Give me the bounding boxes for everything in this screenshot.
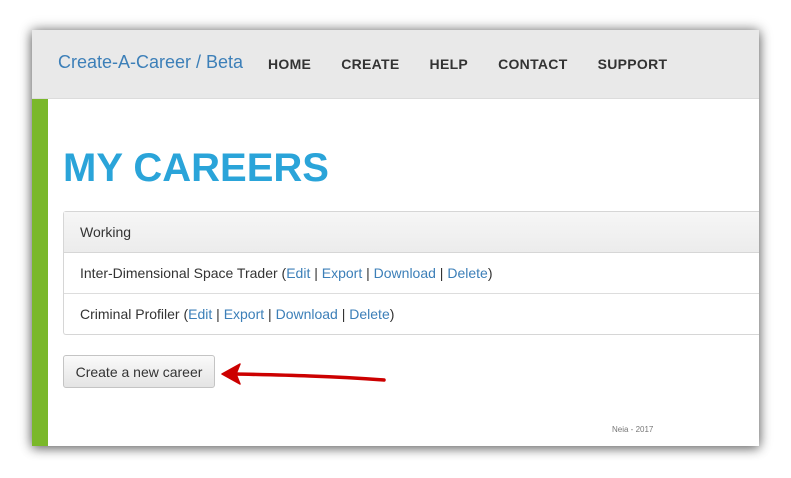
page-title: MY CAREERS [63, 146, 329, 190]
export-link[interactable]: Export [322, 265, 362, 281]
career-name: Inter-Dimensional Space Trader [80, 265, 278, 281]
footer-credit: Neia - 2017 [612, 425, 654, 434]
separator: | [264, 306, 276, 322]
download-link[interactable]: Download [374, 265, 436, 281]
nav-links: HOME CREATE HELP CONTACT SUPPORT [268, 56, 697, 72]
panel-header: Working [64, 212, 759, 253]
browser-page: Create-A-Career / Beta HOME CREATE HELP … [32, 30, 759, 446]
nav-support[interactable]: SUPPORT [598, 56, 668, 72]
accent-bar [32, 99, 48, 446]
edit-link[interactable]: Edit [286, 265, 310, 281]
career-row: Inter-Dimensional Space Trader (Edit | E… [64, 253, 759, 293]
paren-close: ) [487, 265, 493, 281]
separator: | [212, 306, 224, 322]
nav-create[interactable]: CREATE [341, 56, 399, 72]
paren-close: ) [389, 306, 395, 322]
download-link[interactable]: Download [276, 306, 338, 322]
separator: | [337, 306, 350, 322]
separator: | [362, 265, 374, 281]
nav-help[interactable]: HELP [430, 56, 469, 72]
navbar: Create-A-Career / Beta HOME CREATE HELP … [32, 30, 759, 99]
delete-link[interactable]: Delete [349, 306, 389, 322]
delete-link[interactable]: Delete [447, 265, 487, 281]
export-link[interactable]: Export [224, 306, 264, 322]
nav-home[interactable]: HOME [268, 56, 311, 72]
brand-link[interactable]: Create-A-Career / Beta [58, 52, 243, 73]
create-career-button[interactable]: Create a new career [63, 355, 215, 388]
separator: | [435, 265, 448, 281]
nav-contact[interactable]: CONTACT [498, 56, 568, 72]
career-row: Criminal Profiler (Edit | Export | Downl… [64, 293, 759, 334]
career-name: Criminal Profiler [80, 306, 180, 322]
edit-link[interactable]: Edit [188, 306, 212, 322]
separator: | [310, 265, 322, 281]
careers-panel: Working Inter-Dimensional Space Trader (… [63, 211, 759, 335]
